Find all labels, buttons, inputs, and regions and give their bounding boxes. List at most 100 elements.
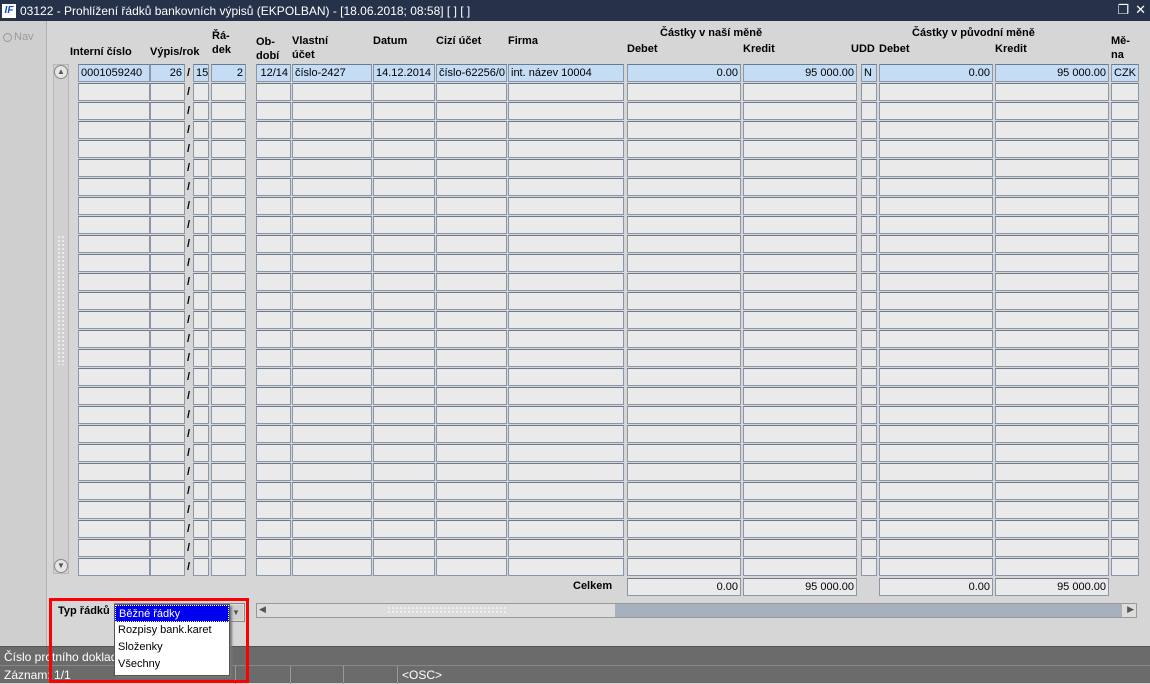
- cell-kredit[interactable]: [743, 178, 857, 196]
- cell-debet2[interactable]: [879, 558, 993, 576]
- cell-firma[interactable]: [508, 292, 624, 310]
- cell-vypis[interactable]: [150, 349, 185, 367]
- cell-datum[interactable]: [373, 197, 435, 215]
- cell-interni[interactable]: [78, 558, 150, 576]
- cell-kredit[interactable]: [743, 558, 857, 576]
- cell-datum[interactable]: [373, 292, 435, 310]
- cell-rok[interactable]: [193, 425, 209, 443]
- cell-kredit2[interactable]: [995, 444, 1109, 462]
- cell-vypis[interactable]: [150, 368, 185, 386]
- cell-interni[interactable]: 0001059240: [78, 64, 150, 82]
- cell-vlastni[interactable]: [292, 197, 372, 215]
- cell-vypis[interactable]: [150, 463, 185, 481]
- cell-firma[interactable]: [508, 444, 624, 462]
- cell-debet2[interactable]: [879, 482, 993, 500]
- cell-kredit2[interactable]: [995, 501, 1109, 519]
- cell-kredit[interactable]: [743, 273, 857, 291]
- cell-vlastni[interactable]: [292, 558, 372, 576]
- cell-kredit2[interactable]: [995, 349, 1109, 367]
- cell-udd[interactable]: [861, 216, 877, 234]
- cell-kredit[interactable]: [743, 292, 857, 310]
- cell-datum[interactable]: [373, 140, 435, 158]
- cell-cizi[interactable]: [436, 235, 507, 253]
- cell-kredit[interactable]: [743, 539, 857, 557]
- cell-kredit2[interactable]: [995, 558, 1109, 576]
- cell-debet[interactable]: 0.00: [627, 64, 741, 82]
- restore-icon[interactable]: ❐: [1117, 2, 1129, 18]
- cell-mena[interactable]: [1111, 520, 1139, 538]
- cell-rok[interactable]: [193, 102, 209, 120]
- cell-firma[interactable]: [508, 482, 624, 500]
- cell-kredit2[interactable]: [995, 216, 1109, 234]
- cell-radek[interactable]: [211, 463, 246, 481]
- cell-udd[interactable]: [861, 368, 877, 386]
- cell-interni[interactable]: [78, 520, 150, 538]
- cell-radek[interactable]: [211, 273, 246, 291]
- cell-vypis[interactable]: [150, 83, 185, 101]
- cell-obdobi[interactable]: [256, 558, 291, 576]
- cell-cizi[interactable]: [436, 197, 507, 215]
- nav-radio[interactable]: Nav: [3, 31, 34, 43]
- cell-udd[interactable]: [861, 444, 877, 462]
- cell-mena[interactable]: [1111, 121, 1139, 139]
- cell-radek[interactable]: [211, 140, 246, 158]
- cell-datum[interactable]: [373, 501, 435, 519]
- cell-obdobi[interactable]: [256, 102, 291, 120]
- cell-rok[interactable]: [193, 83, 209, 101]
- cell-kredit[interactable]: [743, 197, 857, 215]
- cell-interni[interactable]: [78, 83, 150, 101]
- cell-rok[interactable]: [193, 406, 209, 424]
- cell-debet2[interactable]: [879, 330, 993, 348]
- cell-udd[interactable]: [861, 349, 877, 367]
- cell-obdobi[interactable]: [256, 311, 291, 329]
- cell-rok[interactable]: [193, 273, 209, 291]
- cell-rok[interactable]: [193, 558, 209, 576]
- cell-vlastni[interactable]: [292, 425, 372, 443]
- cell-debet2[interactable]: [879, 216, 993, 234]
- cell-firma[interactable]: [508, 159, 624, 177]
- cell-vypis[interactable]: [150, 406, 185, 424]
- cell-datum[interactable]: [373, 444, 435, 462]
- cell-firma[interactable]: [508, 539, 624, 557]
- cell-cizi[interactable]: [436, 159, 507, 177]
- cell-kredit2[interactable]: [995, 406, 1109, 424]
- cell-debet2[interactable]: [879, 387, 993, 405]
- cell-debet[interactable]: [627, 425, 741, 443]
- cell-interni[interactable]: [78, 273, 150, 291]
- cell-vlastni[interactable]: [292, 387, 372, 405]
- cell-rok[interactable]: [193, 349, 209, 367]
- cell-vlastni[interactable]: [292, 83, 372, 101]
- cell-vlastni[interactable]: [292, 254, 372, 272]
- cell-obdobi[interactable]: [256, 444, 291, 462]
- cell-radek[interactable]: [211, 178, 246, 196]
- cell-obdobi[interactable]: [256, 159, 291, 177]
- cell-cizi[interactable]: [436, 387, 507, 405]
- cell-vypis[interactable]: [150, 121, 185, 139]
- cell-udd[interactable]: [861, 254, 877, 272]
- cell-rok[interactable]: [193, 235, 209, 253]
- cell-interni[interactable]: [78, 501, 150, 519]
- cell-udd[interactable]: [861, 140, 877, 158]
- cell-vlastni[interactable]: [292, 140, 372, 158]
- cell-interni[interactable]: [78, 463, 150, 481]
- cell-debet2[interactable]: [879, 121, 993, 139]
- cell-udd[interactable]: [861, 558, 877, 576]
- cell-debet[interactable]: [627, 463, 741, 481]
- cell-vlastni[interactable]: [292, 520, 372, 538]
- cell-rok[interactable]: 15: [193, 64, 209, 82]
- cell-obdobi[interactable]: [256, 387, 291, 405]
- cell-debet2[interactable]: [879, 406, 993, 424]
- cell-vypis[interactable]: [150, 292, 185, 310]
- cell-udd[interactable]: [861, 501, 877, 519]
- cell-firma[interactable]: [508, 235, 624, 253]
- cell-mena[interactable]: [1111, 482, 1139, 500]
- cell-debet2[interactable]: [879, 311, 993, 329]
- cell-kredit[interactable]: [743, 216, 857, 234]
- cell-vlastni[interactable]: číslo-2427: [292, 64, 372, 82]
- cell-radek[interactable]: [211, 501, 246, 519]
- cell-mena[interactable]: [1111, 159, 1139, 177]
- cell-kredit[interactable]: [743, 406, 857, 424]
- cell-debet[interactable]: [627, 520, 741, 538]
- cell-obdobi[interactable]: [256, 501, 291, 519]
- cell-radek[interactable]: [211, 387, 246, 405]
